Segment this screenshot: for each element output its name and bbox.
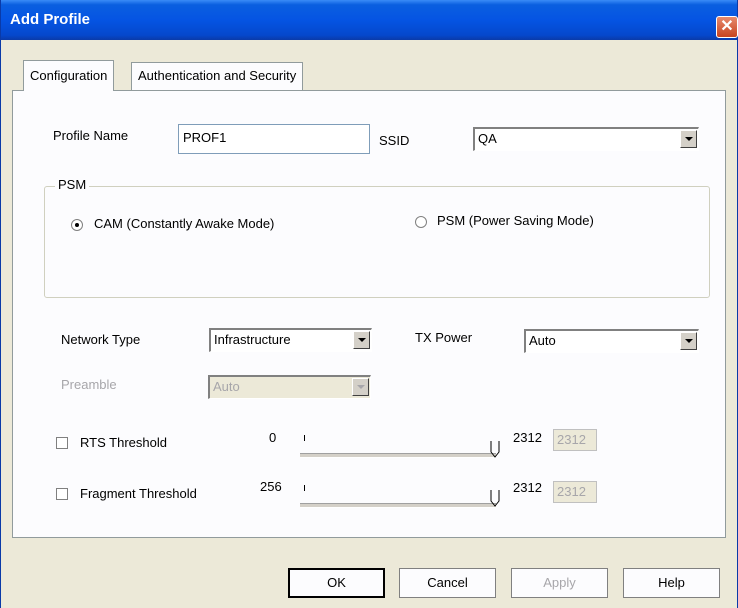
psm-radio[interactable]: [415, 216, 427, 228]
cam-radio-label[interactable]: CAM (Constantly Awake Mode): [94, 216, 274, 231]
title-bar[interactable]: Add Profile ✕: [1, 0, 738, 40]
profile-name-label: Profile Name: [53, 128, 129, 143]
tab-authentication-security[interactable]: Authentication and Security: [131, 62, 304, 90]
rts-value-field: 2312: [553, 429, 597, 451]
fragment-min-label: 256: [260, 479, 282, 494]
window-title: Add Profile: [10, 11, 91, 28]
close-button[interactable]: ✕: [716, 16, 738, 38]
apply-button: Apply: [511, 568, 608, 598]
tx-power-combo[interactable]: Auto: [524, 329, 699, 353]
fragment-max-label: 2312: [513, 480, 542, 495]
ssid-combo[interactable]: QA: [473, 127, 699, 151]
cam-radio[interactable]: [71, 219, 83, 231]
rts-max-label: 2312: [513, 430, 542, 445]
chevron-down-icon: [352, 378, 369, 396]
ssid-label: SSID: [379, 133, 410, 148]
close-icon: ✕: [720, 18, 734, 35]
tx-power-label: TX Power: [415, 330, 473, 345]
rts-threshold-checkbox[interactable]: [56, 437, 68, 449]
psm-groupbox: [44, 186, 710, 298]
ok-button[interactable]: OK: [288, 568, 385, 598]
tab-configuration[interactable]: Configuration: [23, 60, 115, 91]
fragment-threshold-checkbox[interactable]: [56, 488, 68, 500]
cancel-button[interactable]: Cancel: [399, 568, 496, 598]
tab-panel-configuration: [12, 90, 726, 538]
rts-threshold-label[interactable]: RTS Threshold: [80, 435, 167, 450]
add-profile-dialog: Add Profile ✕ Configuration Authenticati…: [0, 0, 738, 608]
network-type-value: Infrastructure: [214, 332, 291, 347]
tx-power-value: Auto: [529, 333, 556, 348]
network-type-combo[interactable]: Infrastructure: [209, 328, 372, 352]
psm-group-title: PSM: [55, 177, 90, 192]
preamble-label: Preamble: [61, 377, 117, 392]
preamble-value: Auto: [213, 379, 240, 394]
chevron-down-icon[interactable]: [353, 331, 370, 349]
profile-name-input[interactable]: PROF1: [178, 124, 370, 154]
chevron-down-icon[interactable]: [680, 332, 697, 350]
help-button[interactable]: Help: [623, 568, 720, 598]
tab-configuration-label: Configuration: [30, 68, 108, 83]
fragment-slider-track[interactable]: [300, 503, 496, 508]
tab-authentication-security-label: Authentication and Security: [138, 68, 297, 83]
rts-slider-tick: [304, 435, 305, 441]
network-type-label: Network Type: [61, 332, 141, 347]
fragment-slider-tick: [304, 485, 305, 491]
ssid-value: QA: [478, 131, 497, 146]
chevron-down-icon[interactable]: [680, 130, 697, 148]
rts-min-label: 0: [269, 430, 277, 445]
rts-slider-thumb[interactable]: [490, 440, 500, 458]
rts-slider-track[interactable]: [300, 453, 496, 458]
preamble-combo: Auto: [208, 375, 371, 399]
fragment-slider-thumb[interactable]: [490, 489, 500, 507]
fragment-threshold-label[interactable]: Fragment Threshold: [80, 486, 197, 501]
fragment-value-field: 2312: [553, 481, 597, 503]
psm-radio-label[interactable]: PSM (Power Saving Mode): [437, 213, 594, 228]
